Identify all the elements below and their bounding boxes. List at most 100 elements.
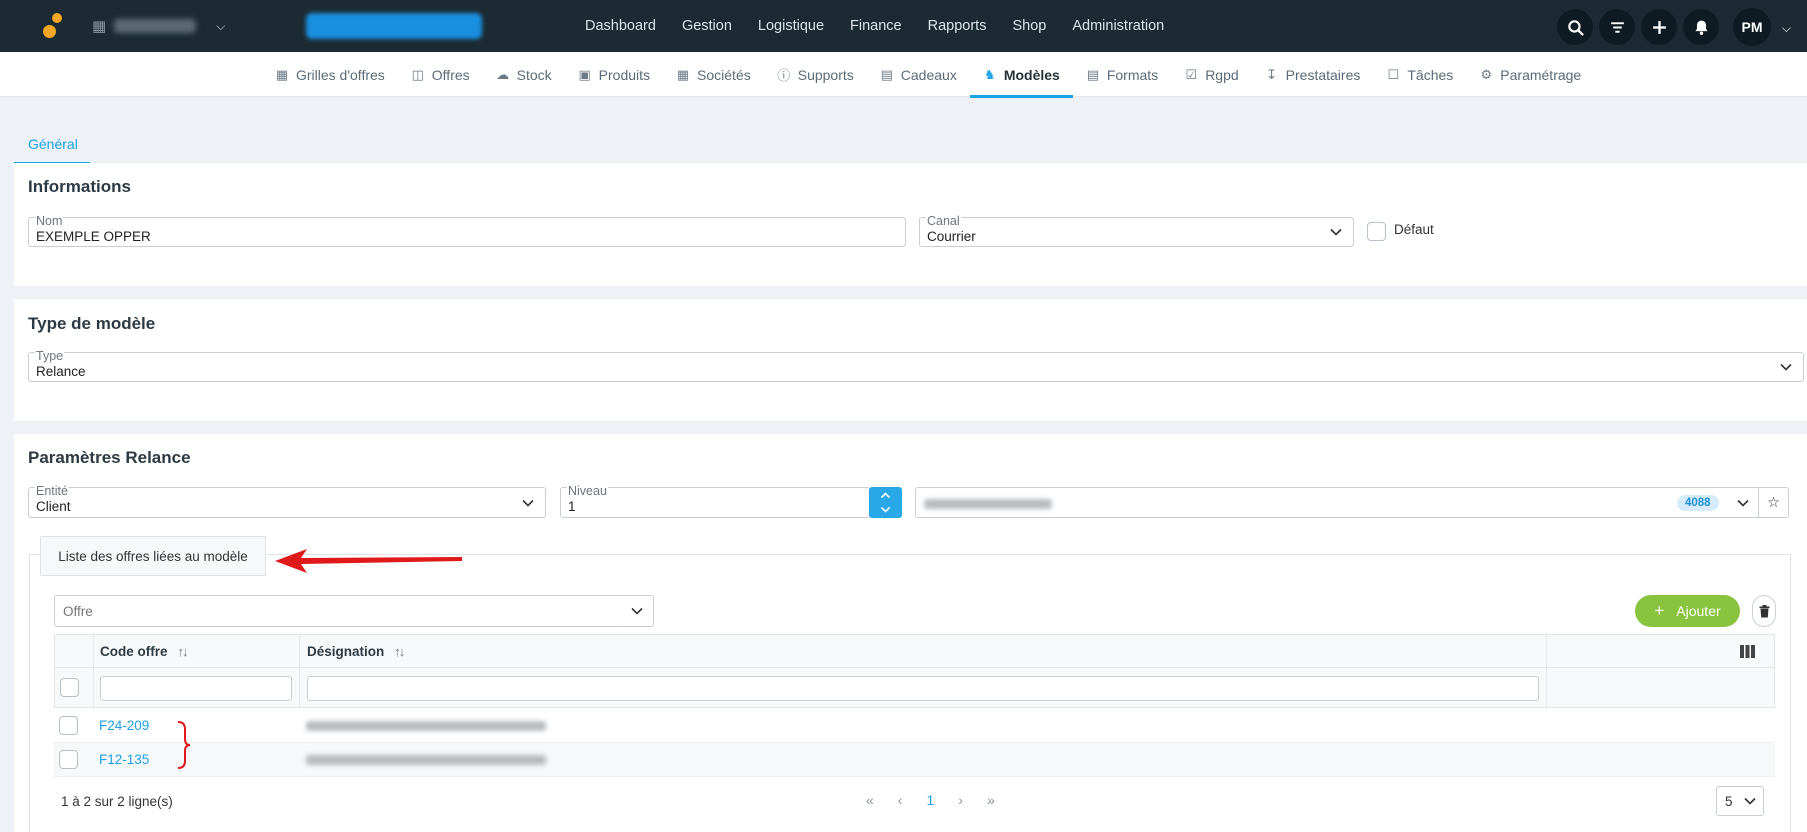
niveau-label: Niveau bbox=[567, 484, 608, 498]
notifications-button[interactable] bbox=[1683, 9, 1719, 45]
offre-dropdown-button[interactable] bbox=[620, 595, 654, 627]
col-designation[interactable]: Désignation ↑↓ bbox=[307, 644, 405, 659]
chevron-down-icon: ⌵ bbox=[216, 18, 226, 33]
chevron-down-icon bbox=[1780, 363, 1792, 371]
chevron-down-icon bbox=[1744, 797, 1756, 805]
selected-value-redacted bbox=[924, 499, 1052, 509]
designation-filter-input[interactable] bbox=[307, 676, 1539, 701]
sub-nav: ▦ Grilles d'offres ◫ Offres ☁ Stock ▣ Produi… bbox=[0, 52, 1807, 98]
nav-logistique[interactable]: Logistique bbox=[758, 18, 824, 34]
subnav-rgpd[interactable]: ☑ Rgpd bbox=[1171, 52, 1251, 97]
tab-general[interactable]: Général bbox=[14, 126, 90, 164]
chevron-down-icon[interactable] bbox=[880, 504, 891, 515]
cart-icon: ▣ bbox=[578, 66, 591, 82]
company-selector[interactable]: ▦ ⌵ bbox=[92, 14, 225, 38]
add-offre-button[interactable]: + Ajouter bbox=[1635, 595, 1740, 627]
user-menu[interactable]: PM ⌵ bbox=[1725, 8, 1791, 46]
type-modele-card: Type de modèle Type Relance bbox=[14, 299, 1807, 421]
subnav-stock[interactable]: ☁ Stock bbox=[483, 52, 565, 97]
sort-icon[interactable]: ↑↓ bbox=[394, 644, 405, 659]
check-square-icon: ☑ bbox=[1185, 66, 1198, 82]
subnav-prestataires[interactable]: ↧ Prestataires bbox=[1252, 52, 1374, 97]
bell-icon bbox=[1694, 20, 1708, 35]
last-page-icon[interactable]: » bbox=[987, 792, 995, 808]
code-offre-link[interactable]: F12-135 bbox=[99, 752, 149, 767]
subnav-formats[interactable]: ▤ Formats bbox=[1073, 52, 1171, 97]
filter-button[interactable] bbox=[1599, 9, 1635, 45]
niveau-input[interactable]: Niveau 1 bbox=[560, 484, 870, 518]
prev-page-icon[interactable]: ‹ bbox=[898, 792, 903, 808]
relance-multiselect[interactable]: 4088 ☆ bbox=[915, 487, 1789, 518]
chevron-down-icon bbox=[522, 499, 534, 507]
canal-select[interactable]: Canal Courrier bbox=[919, 215, 1354, 247]
gear-icon: ⚙ bbox=[1480, 66, 1493, 82]
subnav-modeles[interactable]: ♞ Modèles bbox=[969, 52, 1073, 98]
subnav-grilles-offres[interactable]: ▦ Grilles d'offres bbox=[262, 52, 398, 97]
top-actions: PM ⌵ bbox=[1557, 8, 1791, 46]
offre-search-input[interactable] bbox=[55, 596, 622, 626]
table-filter-row bbox=[54, 668, 1775, 708]
columns-icon[interactable] bbox=[1740, 645, 1755, 658]
book-icon: ◫ bbox=[411, 66, 424, 82]
chevron-up-icon[interactable] bbox=[880, 490, 891, 501]
chevron-down-icon bbox=[631, 607, 643, 615]
trash-icon bbox=[1759, 604, 1769, 617]
code-filter-input[interactable] bbox=[100, 676, 292, 701]
paginator: « ‹ 1 › » bbox=[866, 792, 995, 808]
subnav-societes[interactable]: ▦ Sociétés bbox=[663, 52, 764, 97]
code-offre-link[interactable]: F24-209 bbox=[99, 718, 149, 733]
entite-select[interactable]: Entité Client bbox=[28, 485, 546, 518]
nav-dashboard[interactable]: Dashboard bbox=[585, 18, 656, 34]
avatar[interactable]: PM bbox=[1733, 8, 1771, 46]
cloud-icon: ☁ bbox=[496, 66, 510, 82]
search-button[interactable] bbox=[1557, 9, 1593, 45]
nav-shop[interactable]: Shop bbox=[1012, 18, 1046, 34]
page-size-select[interactable]: 5 bbox=[1716, 786, 1764, 816]
nom-label: Nom bbox=[35, 214, 64, 228]
niveau-stepper[interactable] bbox=[869, 487, 902, 518]
add-button[interactable] bbox=[1641, 9, 1677, 45]
chevron-down-icon[interactable] bbox=[1736, 496, 1750, 510]
subnav-offres[interactable]: ◫ Offres bbox=[398, 52, 483, 97]
type-label: Type bbox=[35, 349, 65, 363]
canal-value: Courrier bbox=[927, 229, 976, 244]
table-row[interactable]: F24-209 bbox=[54, 709, 1775, 743]
defaut-checkbox[interactable] bbox=[1367, 222, 1386, 241]
table-header: Code offre ↑↓ Désignation ↑↓ bbox=[54, 634, 1775, 668]
designation-redacted bbox=[306, 721, 546, 731]
first-page-icon[interactable]: « bbox=[866, 792, 874, 808]
offre-search[interactable] bbox=[54, 595, 622, 627]
row-checkbox[interactable] bbox=[59, 750, 78, 769]
subnav-produits[interactable]: ▣ Produits bbox=[565, 52, 663, 97]
next-page-icon[interactable]: › bbox=[958, 792, 963, 808]
defaut-label: Défaut bbox=[1394, 222, 1434, 237]
company-name-redacted bbox=[114, 19, 197, 33]
col-code-offre[interactable]: Code offre ↑↓ bbox=[100, 644, 189, 659]
nav-administration[interactable]: Administration bbox=[1072, 18, 1164, 34]
designation-redacted bbox=[306, 755, 546, 765]
nav-finance[interactable]: Finance bbox=[850, 18, 902, 34]
delete-button[interactable] bbox=[1752, 595, 1776, 627]
star-icon[interactable]: ☆ bbox=[1758, 488, 1788, 517]
informations-title: Informations bbox=[28, 177, 131, 196]
subnav-taches[interactable]: ☐ Tâches bbox=[1373, 52, 1466, 97]
table-row[interactable]: F12-135 bbox=[54, 743, 1775, 777]
nom-value: EXEMPLE OPPER bbox=[36, 229, 151, 244]
select-all-checkbox[interactable] bbox=[60, 678, 79, 697]
building-icon: ▦ bbox=[92, 18, 107, 35]
count-badge: 4088 bbox=[1677, 495, 1719, 511]
row-checkbox[interactable] bbox=[59, 716, 78, 735]
nav-gestion[interactable]: Gestion bbox=[682, 18, 732, 34]
nom-field[interactable]: Nom EXEMPLE OPPER bbox=[28, 214, 906, 247]
nav-rapports[interactable]: Rapports bbox=[928, 18, 987, 34]
current-page[interactable]: 1 bbox=[926, 792, 934, 808]
subnav-cadeaux[interactable]: ▤ Cadeaux bbox=[867, 52, 970, 97]
sort-icon[interactable]: ↑↓ bbox=[178, 644, 189, 659]
environment-pill-redacted bbox=[306, 13, 482, 39]
subnav-parametrage[interactable]: ⚙ Paramétrage bbox=[1466, 52, 1594, 97]
type-select[interactable]: Type Relance bbox=[28, 349, 1804, 382]
app-logo[interactable] bbox=[40, 12, 68, 40]
top-bar: ▦ ⌵ Dashboard Gestion Logistique Finance… bbox=[0, 0, 1807, 52]
subnav-supports[interactable]: ⓘ Supports bbox=[764, 52, 867, 97]
main-nav: Dashboard Gestion Logistique Finance Rap… bbox=[585, 0, 1164, 52]
